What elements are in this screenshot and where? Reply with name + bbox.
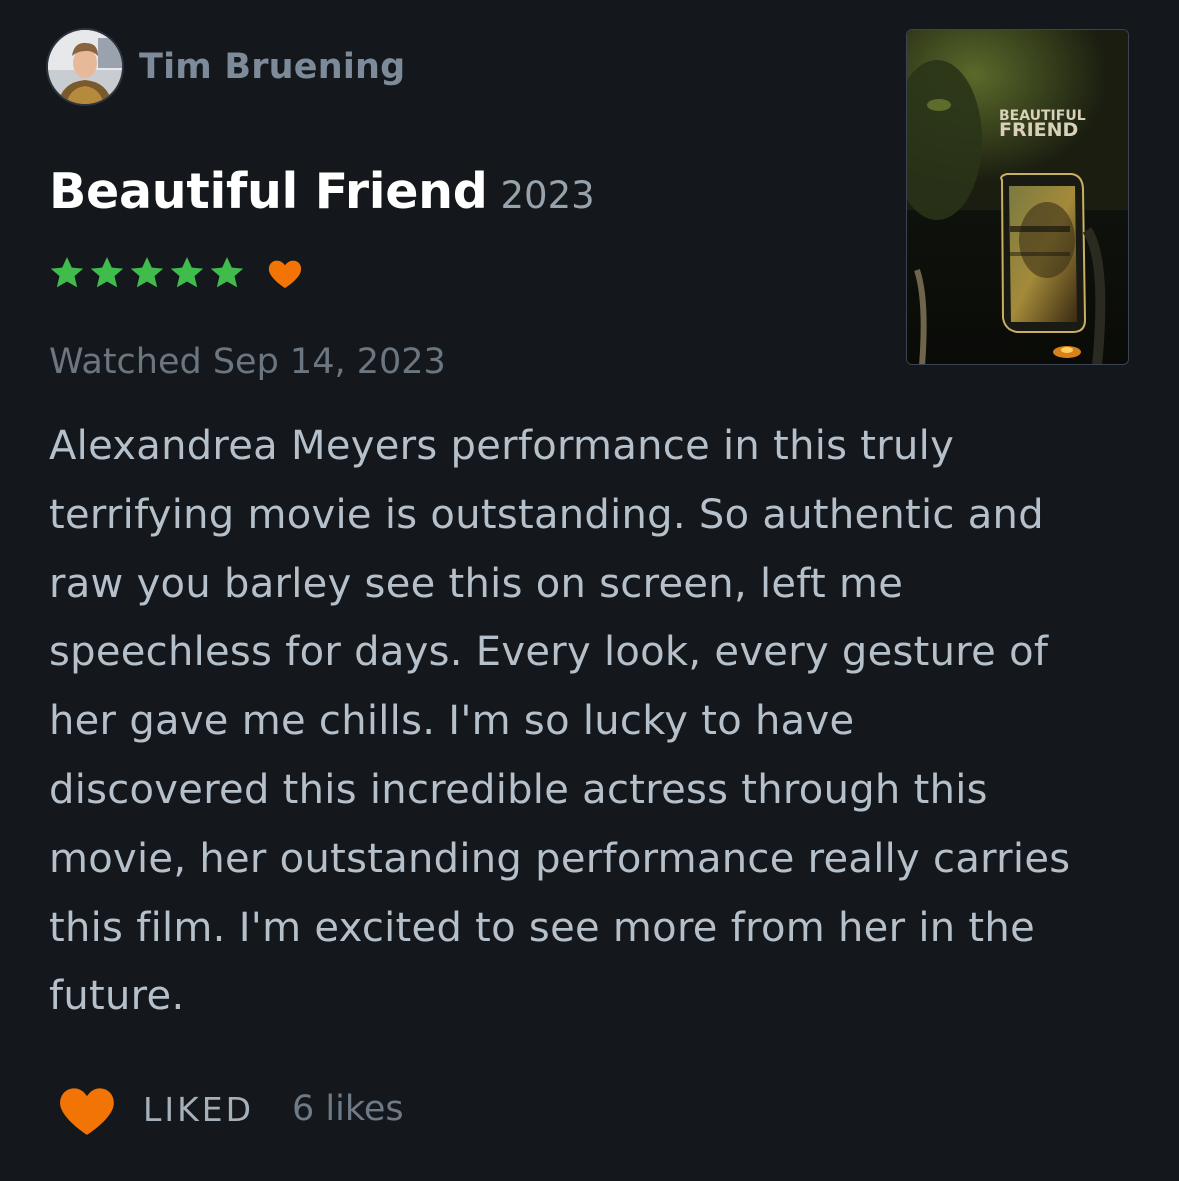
star-icon — [50, 257, 84, 288]
avatar[interactable] — [48, 30, 122, 104]
review-line: terrifying movie is outstanding. So auth… — [49, 491, 1044, 538]
star-icon — [170, 257, 204, 288]
review-line: speechless for days. Every look, every g… — [49, 629, 1049, 676]
avatar-image — [48, 30, 122, 104]
heart-icon — [268, 260, 302, 288]
film-year[interactable]: 2023 — [501, 174, 595, 217]
like-bar: LIKED 6 likes — [56, 1080, 404, 1138]
review-author[interactable]: Tim Bruening — [48, 30, 405, 104]
film-heading: Beautiful Friend 2023 — [49, 163, 595, 220]
poster-image: BEAUTIFUL FRIEND — [907, 30, 1128, 364]
review-line: raw you barley see this on screen, left … — [49, 560, 904, 607]
star-icon — [130, 257, 164, 288]
review-line: future. — [49, 973, 185, 1020]
star-icon — [210, 257, 244, 288]
review-line: this film. I'm excited to see more from … — [49, 904, 1035, 951]
film-title[interactable]: Beautiful Friend — [49, 163, 488, 220]
poster-title-line2: FRIEND — [999, 119, 1078, 141]
film-poster[interactable]: BEAUTIFUL FRIEND — [906, 29, 1129, 365]
review-line: movie, her outstanding performance reall… — [49, 835, 1071, 882]
like-heart-icon[interactable] — [56, 1080, 118, 1138]
review-body: Alexandrea Meyers performance in this tr… — [49, 412, 1149, 1031]
liked-button[interactable]: LIKED — [143, 1090, 254, 1129]
rating — [47, 253, 305, 293]
review-line: her gave me chills. I'm so lucky to have — [49, 698, 855, 745]
review-line: discovered this incredible actress throu… — [49, 766, 988, 813]
review-page: Tim Bruening Beautiful Friend 2023 Watch… — [0, 0, 1179, 1181]
likes-count-link[interactable]: 6 likes — [292, 1089, 404, 1129]
star-icon — [90, 257, 124, 288]
watched-date: Watched Sep 14, 2023 — [49, 342, 446, 382]
review-line: Alexandrea Meyers performance in this tr… — [49, 423, 955, 469]
author-name[interactable]: Tim Bruening — [139, 47, 405, 87]
